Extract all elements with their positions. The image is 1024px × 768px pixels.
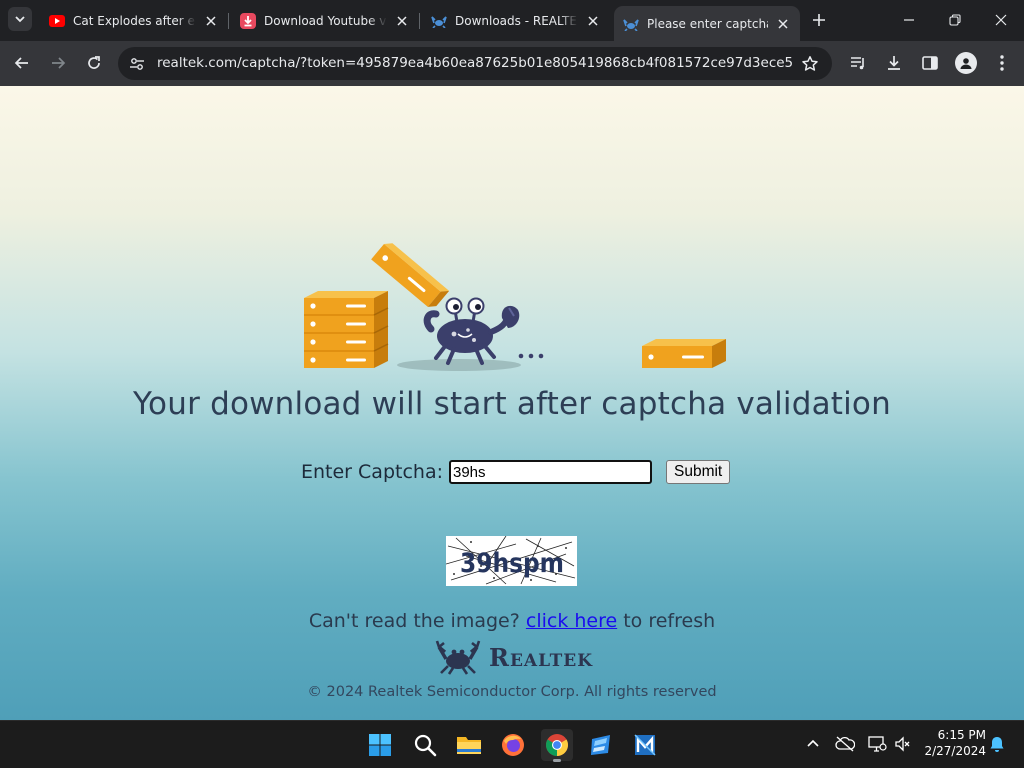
tray-onedrive[interactable]	[834, 733, 856, 755]
app-blue-icon	[591, 735, 610, 755]
captcha-label: Enter Captcha:	[301, 461, 443, 483]
server-crab-illustration	[304, 243, 726, 371]
captcha-image: 39hspm	[446, 536, 577, 586]
chevron-up-icon	[807, 739, 819, 747]
side-panel-icon[interactable]	[919, 52, 941, 74]
profile-avatar-icon[interactable]	[955, 52, 977, 74]
media-control-icon[interactable]	[847, 52, 869, 74]
realtek-crab-icon	[431, 13, 447, 29]
submit-button[interactable]: Submit	[666, 460, 731, 484]
new-tab-button[interactable]	[808, 9, 830, 31]
search-icon	[414, 734, 437, 757]
forward-button[interactable]	[45, 50, 71, 76]
close-icon[interactable]	[584, 12, 602, 30]
cloud-offline-icon	[835, 736, 855, 752]
browser-toolbar: realtek.com/captcha/?token=495879ea4b60e…	[0, 41, 1024, 86]
captcha-form: Enter Captcha: Submit	[301, 459, 731, 485]
close-icon[interactable]	[202, 12, 220, 30]
firefox-icon	[502, 734, 524, 756]
notification-bell-icon	[990, 737, 1004, 752]
back-button[interactable]	[9, 50, 35, 76]
volume-muted-icon	[895, 736, 910, 752]
tab-title: Download Youtube videos	[264, 13, 387, 28]
refresh-instructions: Can't read the image? click here to refr…	[0, 610, 1024, 632]
app-m-icon	[634, 734, 656, 756]
server-stack-icon	[304, 291, 389, 368]
logo-text: Realtek	[489, 643, 593, 672]
windows-taskbar: 6:15 PM 2/27/2024	[0, 720, 1024, 768]
close-icon[interactable]	[774, 15, 792, 33]
minimize-icon	[904, 19, 914, 21]
page-content: Your download will start after captcha v…	[0, 86, 1024, 720]
network-icon	[868, 736, 887, 752]
tab-title: Please enter captcha	[647, 16, 768, 31]
close-window-button[interactable]	[986, 8, 1016, 32]
tab-separator	[419, 13, 420, 29]
close-icon[interactable]	[393, 12, 411, 30]
taskbar-chrome[interactable]	[541, 729, 573, 762]
tab-search-button[interactable]	[8, 7, 32, 31]
restore-button[interactable]	[940, 8, 970, 32]
taskbar-file-explorer[interactable]	[453, 729, 485, 761]
taskbar-search-button[interactable]	[409, 729, 441, 761]
tray-network[interactable]	[866, 733, 888, 755]
logo-text-value: Realtek	[489, 642, 594, 672]
realtek-logo: Realtek	[435, 639, 605, 675]
download-icon[interactable]	[883, 52, 905, 74]
copyright-text: © 2024 Realtek Semiconductor Corp. All r…	[307, 684, 717, 700]
close-icon	[995, 14, 1007, 26]
tray-volume[interactable]	[892, 733, 914, 755]
tab-separator	[228, 13, 229, 29]
chrome-icon	[546, 734, 568, 756]
reload-button[interactable]	[81, 50, 107, 76]
address-bar[interactable]: realtek.com/captcha/?token=495879ea4b60e…	[118, 47, 832, 80]
download-site-icon	[240, 12, 256, 29]
tab-downloads-realtek[interactable]: Downloads - REALTEK	[422, 6, 610, 35]
refresh-prefix: Can't read the image?	[308, 610, 520, 632]
realtek-crab-logo-icon	[435, 640, 481, 675]
windows-start-icon	[369, 734, 391, 756]
tab-strip: Cat Explodes after eating Download Youtu…	[0, 0, 1024, 41]
refresh-suffix: to refresh	[623, 610, 716, 632]
youtube-icon	[49, 13, 65, 29]
taskbar-app-blue[interactable]	[585, 729, 617, 761]
active-indicator	[553, 759, 561, 762]
notification-button[interactable]	[986, 733, 1008, 755]
url-text[interactable]: realtek.com/captcha/?token=495879ea4b60e…	[157, 47, 792, 80]
taskbar-app-m[interactable]	[629, 729, 661, 761]
bookmark-star-icon[interactable]	[800, 54, 820, 74]
taskbar-firefox[interactable]	[497, 729, 529, 761]
clock-time: 6:15 PM	[937, 728, 986, 742]
server-blade-icon	[642, 339, 726, 368]
crab-mascot-icon	[423, 297, 520, 365]
realtek-crab-icon	[623, 16, 639, 32]
refresh-captcha-link[interactable]: click here	[526, 610, 617, 632]
captcha-image-text: 39hspm	[460, 548, 564, 579]
tab-title: Cat Explodes after eating	[73, 13, 196, 28]
page-headline: Your download will start after captcha v…	[133, 386, 891, 422]
chevron-down-icon	[15, 16, 25, 23]
tab-title: Downloads - REALTEK	[455, 13, 578, 28]
tab-captcha[interactable]: Please enter captcha	[614, 6, 800, 41]
captcha-input[interactable]	[449, 460, 652, 484]
reload-icon	[88, 56, 100, 69]
windows-start-button[interactable]	[364, 729, 396, 761]
site-info-icon[interactable]	[127, 54, 147, 74]
menu-kebab-icon[interactable]	[991, 52, 1013, 74]
clock-date: 2/27/2024	[924, 744, 986, 758]
file-explorer-icon	[457, 737, 481, 754]
tab-download-youtube[interactable]: Download Youtube videos	[231, 6, 419, 35]
taskbar-clock[interactable]: 6:15 PM 2/27/2024	[918, 727, 986, 759]
tab-cat-video[interactable]: Cat Explodes after eating	[40, 6, 228, 35]
arrow-left-icon	[14, 57, 28, 69]
plus-icon	[813, 14, 825, 26]
minimize-button[interactable]	[894, 8, 924, 32]
arrow-right-icon	[52, 57, 66, 69]
tray-overflow-button[interactable]	[802, 733, 824, 755]
restore-icon	[949, 14, 961, 26]
